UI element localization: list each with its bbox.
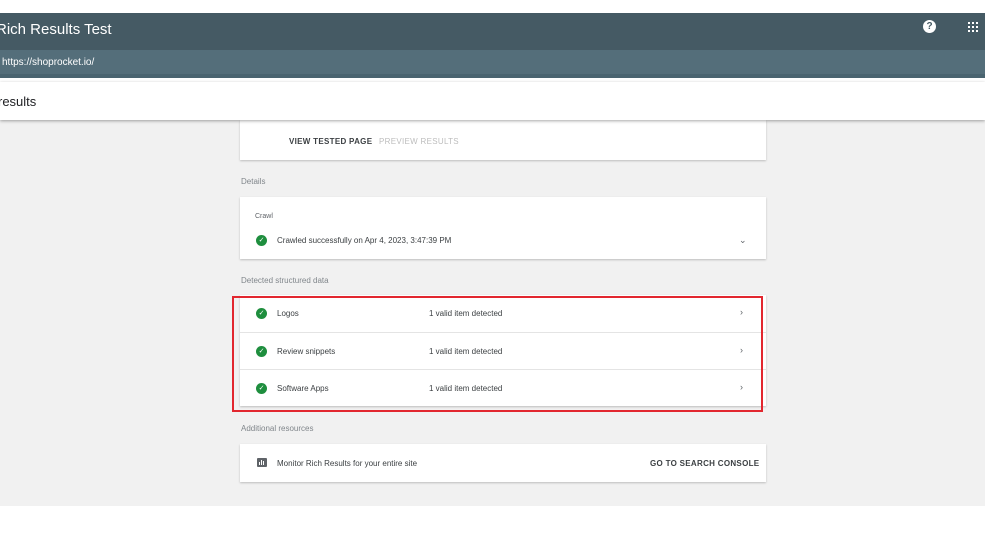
highlight-box <box>232 296 763 412</box>
tab-view-tested-page[interactable]: VIEW TESTED PAGE <box>289 137 372 146</box>
main-content: VIEW TESTED PAGE PREVIEW RESULTS Details… <box>0 120 985 506</box>
crawl-status: Crawled successfully on Apr 4, 2023, 3:4… <box>277 236 452 245</box>
app-header: Rich Results Test ? <box>0 13 985 50</box>
crawl-label: Crawl <box>255 213 273 220</box>
view-tabs-card: VIEW TESTED PAGE PREVIEW RESULTS <box>240 120 766 160</box>
additional-resources-section-label: Additional resources <box>241 424 314 433</box>
results-header: results <box>0 82 985 120</box>
go-to-search-console-button[interactable]: GO TO SEARCH CONSOLE <box>650 459 759 468</box>
tested-url[interactable]: https://shoprocket.io/ <box>2 57 94 68</box>
structured-data-section-label: Detected structured data <box>241 276 329 285</box>
monitor-rich-results-text: Monitor Rich Results for your entire sit… <box>277 459 418 468</box>
chevron-down-icon[interactable]: ⌄ <box>739 236 747 245</box>
check-circle-icon: ✓ <box>256 235 267 246</box>
crawl-card[interactable]: Crawl ✓ Crawled successfully on Apr 4, 2… <box>240 197 766 259</box>
results-title: results <box>0 94 37 109</box>
help-icon[interactable]: ? <box>923 20 936 33</box>
details-section-label: Details <box>241 177 266 186</box>
tab-preview-results[interactable]: PREVIEW RESULTS <box>379 137 459 146</box>
additional-resources-card: Monitor Rich Results for your entire sit… <box>240 444 766 482</box>
bar-chart-icon <box>257 458 267 467</box>
apps-grid-icon[interactable] <box>968 22 978 32</box>
app-title: Rich Results Test <box>0 21 112 38</box>
tested-url-bar: https://shoprocket.io/ <box>0 50 985 78</box>
